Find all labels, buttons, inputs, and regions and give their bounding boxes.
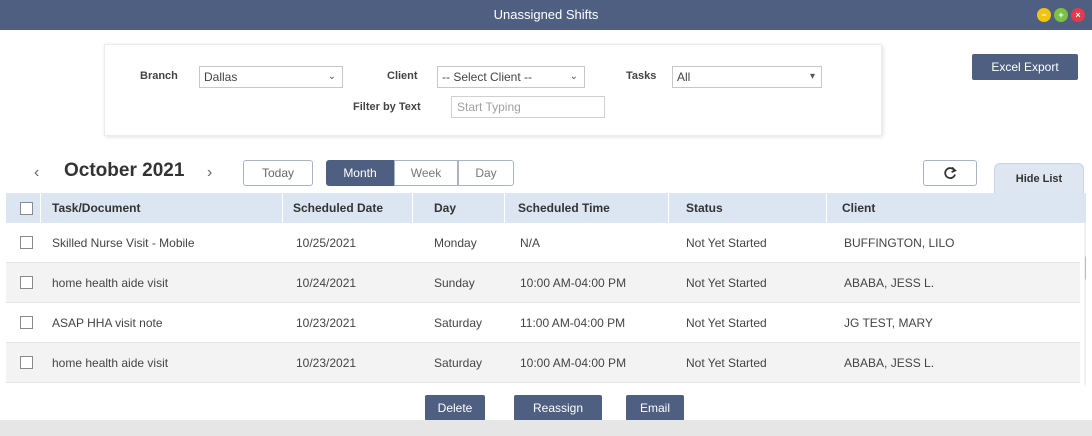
title-bar: Unassigned Shifts − + ×: [0, 0, 1092, 30]
row-checkbox[interactable]: [20, 316, 33, 329]
status-cell: Not Yet Started: [686, 315, 767, 330]
client-cell: ABABA, JESS L.: [844, 275, 935, 290]
client-select[interactable]: -- Select Client -- ⌄: [437, 66, 585, 88]
table-header: Task/Document Scheduled Date Day Schedul…: [6, 193, 1086, 223]
view-day-button[interactable]: Day: [458, 160, 514, 186]
select-all-checkbox[interactable]: [20, 201, 33, 215]
task-cell: Skilled Nurse Visit - Mobile: [52, 235, 195, 250]
day-cell: Saturday: [434, 315, 483, 330]
minimize-icon[interactable]: −: [1037, 8, 1051, 22]
filter-text-input[interactable]: [451, 96, 605, 118]
table-row[interactable]: home health aide visit 10/23/2021 Saturd…: [6, 343, 1080, 383]
view-month-button[interactable]: Month: [326, 160, 394, 186]
table-scrollbar[interactable]: [1084, 223, 1086, 385]
prev-month-icon[interactable]: ‹: [34, 164, 39, 182]
status-cell: Not Yet Started: [686, 235, 767, 250]
date-cell: 10/24/2021: [296, 275, 357, 290]
status-cell: Not Yet Started: [686, 275, 767, 290]
time-cell: 10:00 AM-04:00 PM: [520, 355, 627, 370]
time-cell: 11:00 AM-04:00 PM: [520, 315, 626, 330]
day-cell: Saturday: [434, 355, 483, 370]
month-label: October 2021: [64, 160, 185, 181]
column-header-status[interactable]: Status: [686, 193, 723, 223]
client-value: -- Select Client --: [442, 70, 533, 84]
refresh-icon: [944, 166, 957, 179]
table-row[interactable]: ASAP HHA visit note 10/23/2021 Saturday …: [6, 303, 1080, 343]
today-button[interactable]: Today: [243, 160, 313, 186]
filter-panel: Branch Dallas ⌄ Client -- Select Client …: [104, 44, 882, 136]
column-header-day[interactable]: Day: [434, 193, 456, 223]
close-icon[interactable]: ×: [1071, 8, 1085, 22]
hide-list-tab[interactable]: Hide List: [994, 163, 1084, 193]
branch-label: Branch: [140, 70, 178, 82]
excel-export-button[interactable]: Excel Export: [972, 54, 1078, 80]
chevron-down-icon: ⌄: [569, 71, 578, 82]
time-cell: 10:00 AM-04:00 PM: [520, 275, 627, 290]
client-cell: JG TEST, MARY: [844, 315, 933, 330]
tasks-label: Tasks: [626, 70, 657, 82]
day-cell: Sunday: [434, 275, 475, 290]
task-cell: ASAP HHA visit note: [52, 315, 163, 330]
date-cell: 10/23/2021: [296, 355, 357, 370]
client-label: Client: [387, 70, 418, 82]
view-week-button[interactable]: Week: [394, 160, 458, 186]
tasks-select[interactable]: All ▾: [672, 66, 822, 88]
row-checkbox[interactable]: [20, 356, 33, 369]
column-header-scheduled-time[interactable]: Scheduled Time: [518, 193, 610, 223]
row-checkbox[interactable]: [20, 276, 33, 289]
chevron-down-icon: ▾: [809, 71, 815, 82]
time-cell: N/A: [520, 235, 541, 250]
scrollbar-thumb[interactable]: [1085, 255, 1086, 281]
column-header-scheduled-date[interactable]: Scheduled Date: [293, 193, 383, 223]
next-month-icon[interactable]: ›: [207, 164, 212, 182]
status-cell: Not Yet Started: [686, 355, 767, 370]
column-header-client[interactable]: Client: [842, 193, 875, 223]
branch-value: Dallas: [204, 70, 238, 84]
day-cell: Monday: [434, 235, 477, 250]
task-cell: home health aide visit: [52, 355, 169, 370]
window-title: Unassigned Shifts: [493, 7, 599, 22]
date-cell: 10/25/2021: [296, 235, 357, 250]
shifts-table: Task/Document Scheduled Date Day Schedul…: [6, 193, 1086, 385]
refresh-button[interactable]: [923, 160, 977, 186]
row-checkbox[interactable]: [20, 236, 33, 249]
table-row[interactable]: home health aide visit 10/24/2021 Sunday…: [6, 263, 1080, 303]
delete-button[interactable]: Delete: [425, 395, 485, 421]
tasks-value: All: [677, 70, 691, 84]
table-row[interactable]: Skilled Nurse Visit - Mobile 10/25/2021 …: [6, 223, 1080, 263]
footer-bar: [0, 420, 1092, 436]
chevron-down-icon: ⌄: [327, 71, 336, 82]
client-cell: ABABA, JESS L.: [844, 355, 935, 370]
filter-text-label: Filter by Text: [353, 101, 421, 113]
client-cell: BUFFINGTON, LILO: [844, 235, 955, 250]
reassign-button[interactable]: Reassign: [514, 395, 602, 421]
date-cell: 10/23/2021: [296, 315, 357, 330]
maximize-icon[interactable]: +: [1054, 8, 1068, 22]
email-button[interactable]: Email: [626, 395, 684, 421]
task-cell: home health aide visit: [52, 275, 169, 290]
branch-select[interactable]: Dallas ⌄: [199, 66, 343, 88]
column-header-task[interactable]: Task/Document: [52, 193, 140, 223]
